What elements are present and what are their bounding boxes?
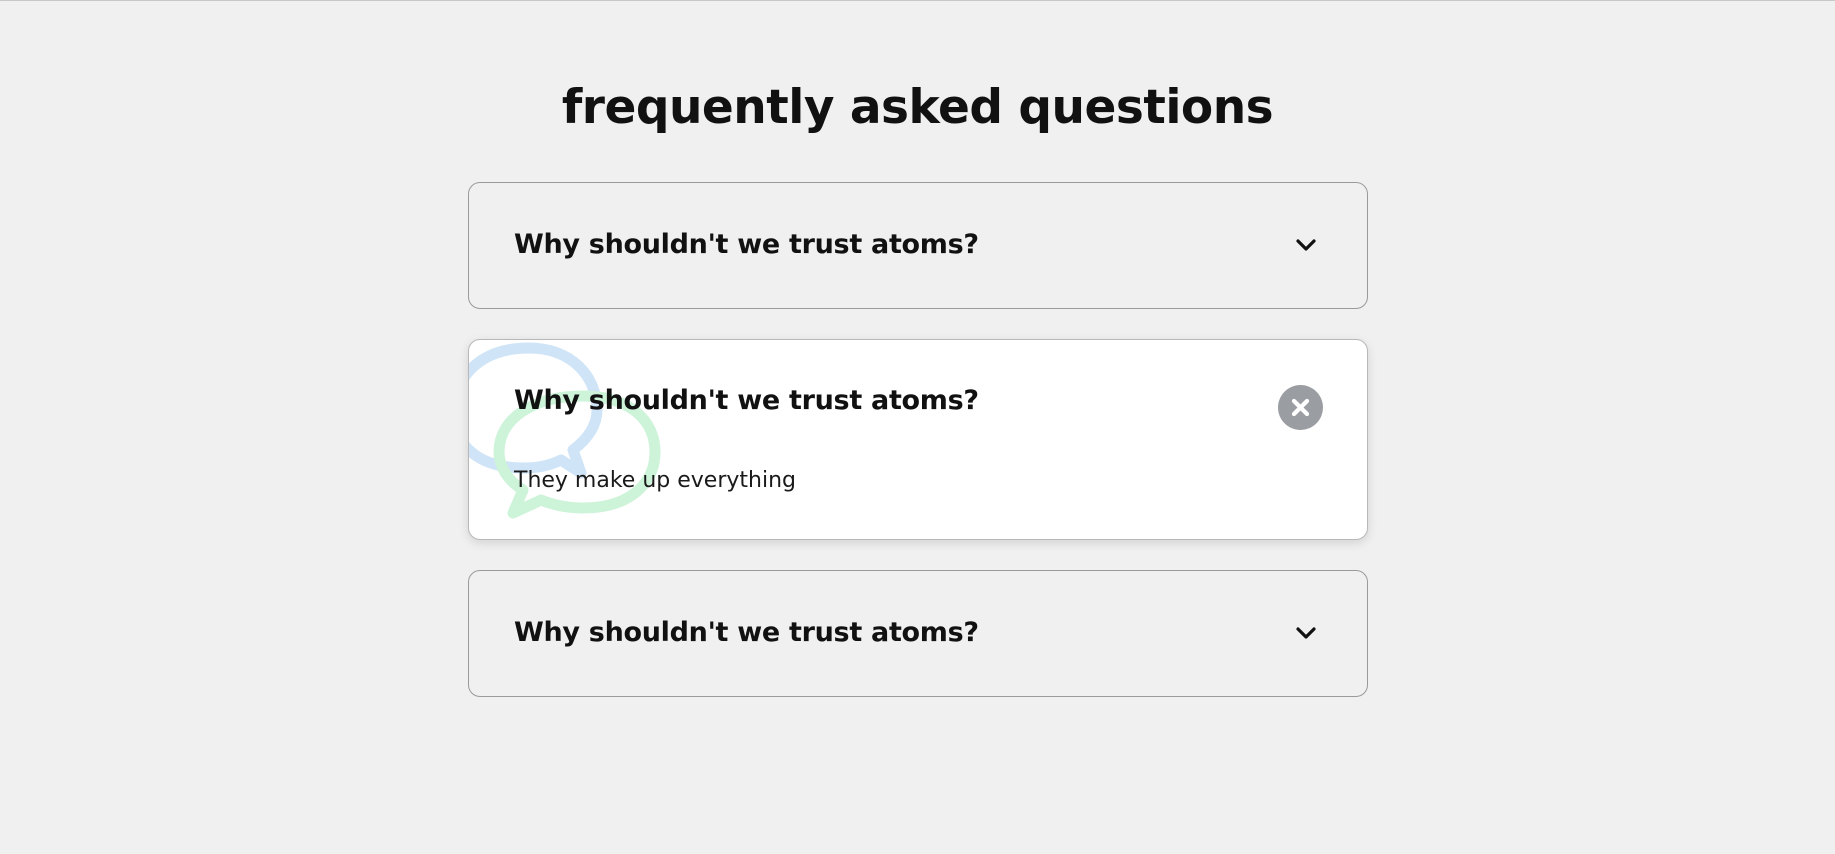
chat-bubbles-icon [469,340,669,539]
faq-question[interactable]: Why shouldn't we trust atoms? [514,615,979,651]
chevron-down-icon[interactable] [1295,625,1317,641]
faq-item-3[interactable]: Why shouldn't we trust atoms? [468,570,1368,697]
close-icon[interactable] [1278,385,1323,430]
faq-question[interactable]: Why shouldn't we trust atoms? [514,227,979,263]
faq-answer: They make up everything [514,468,796,493]
faq-list: Why shouldn't we trust atoms? Why should… [468,182,1368,727]
chevron-down-icon[interactable] [1295,237,1317,253]
faq-question[interactable]: Why shouldn't we trust atoms? [514,383,979,419]
faq-item-2[interactable]: Why shouldn't we trust atoms? They make … [468,339,1368,540]
faq-item-1[interactable]: Why shouldn't we trust atoms? [468,182,1368,309]
page-title: frequently asked questions [561,80,1274,135]
